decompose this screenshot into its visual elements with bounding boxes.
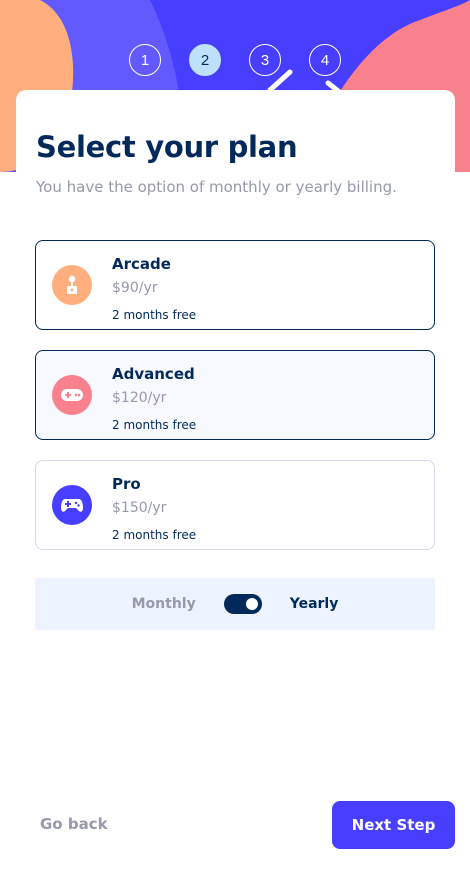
step-3[interactable]: 3 [249, 44, 281, 76]
billing-toggle[interactable] [223, 594, 262, 614]
plan-price: $120/yr [112, 390, 167, 406]
plan-option-advanced[interactable]: Advanced $120/yr 2 months free [35, 350, 435, 440]
go-back-link[interactable]: Go back [40, 815, 108, 833]
plan-promo: 2 months free [112, 418, 197, 432]
page-subtitle: You have the option of monthly or yearly… [36, 178, 397, 196]
step-4[interactable]: 4 [309, 44, 341, 76]
plan-price: $90/yr [112, 280, 158, 296]
plan-name: Pro [112, 475, 141, 493]
plan-price: $150/yr [112, 500, 167, 516]
yearly-label[interactable]: Yearly [290, 596, 339, 612]
toggle-knob [245, 598, 258, 610]
step-indicator: 1 2 3 4 [0, 44, 470, 76]
plan-option-arcade[interactable]: Arcade $90/yr 2 months free [35, 240, 435, 330]
plan-promo: 2 months free [112, 528, 197, 542]
billing-toggle-bar: Monthly Yearly [35, 578, 435, 630]
plan-card: Select your plan You have the option of … [16, 90, 455, 690]
step-1[interactable]: 1 [129, 44, 161, 76]
monthly-label[interactable]: Monthly [132, 596, 196, 612]
plan-option-pro[interactable]: Pro $150/yr 2 months free [35, 460, 435, 550]
page-title: Select your plan [36, 130, 298, 164]
arcade-joystick-icon [52, 265, 92, 305]
next-step-button[interactable]: Next Step [332, 801, 455, 849]
plan-promo: 2 months free [112, 308, 197, 322]
controller-icon [52, 485, 92, 525]
plan-name: Advanced [112, 365, 195, 383]
plan-name: Arcade [112, 255, 171, 273]
gamepad-icon [52, 375, 92, 415]
step-2[interactable]: 2 [189, 44, 221, 76]
